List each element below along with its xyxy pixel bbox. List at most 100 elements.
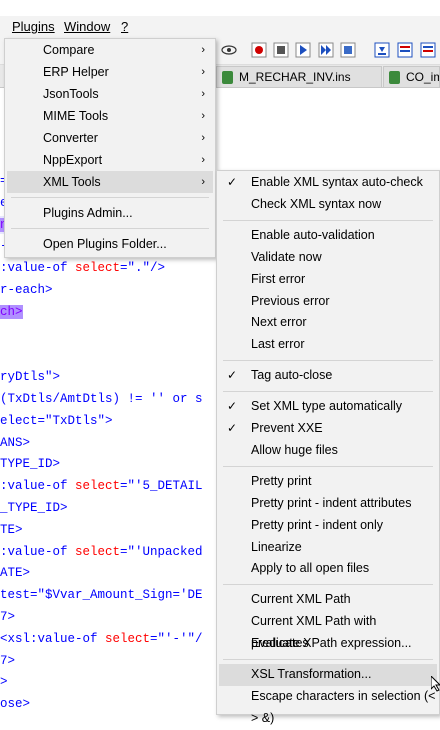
- menu-item-nppexport[interactable]: NppExport ›: [7, 149, 213, 171]
- code-line: 7>: [0, 608, 15, 626]
- play-multiple-icon[interactable]: [318, 42, 334, 58]
- code-line: ryDtls">: [0, 368, 60, 386]
- mouse-cursor-icon: [430, 674, 440, 692]
- menu-item-plugins-admin[interactable]: Plugins Admin...: [7, 202, 213, 224]
- code-token: select: [75, 479, 121, 494]
- menu-separator: [223, 465, 433, 467]
- menu-item-label: Pretty print: [251, 473, 312, 488]
- grid-view-icon[interactable]: [420, 42, 436, 58]
- record-macro-icon[interactable]: [251, 42, 267, 58]
- menu-item-validate-now[interactable]: Validate now: [219, 247, 437, 269]
- chevron-right-icon: ›: [201, 44, 205, 56]
- code-token: select: [75, 261, 121, 276]
- code-token: ryDtls">: [0, 370, 61, 385]
- menu-item-label: Check XML syntax now: [251, 196, 382, 211]
- menu-item-label: Previous error: [251, 293, 330, 308]
- menu-window[interactable]: Window: [64, 19, 110, 34]
- menu-item-label: Allow huge files: [251, 442, 338, 457]
- menu-item-enable-auto-validation[interactable]: Enable auto-validation: [219, 225, 437, 247]
- plugins-menu: Compare › ERP Helper › JsonTools › MIME Tools ›…: [4, 38, 216, 258]
- tab-file[interactable]: M_RECHAR_INV.ins: [216, 66, 382, 87]
- code-token: select: [75, 544, 121, 559]
- menu-item-previous-error[interactable]: Previous error: [219, 291, 437, 313]
- menu-bar: Plugins Window ?: [0, 16, 440, 38]
- eye-icon[interactable]: [221, 42, 237, 58]
- menu-separator: [11, 228, 209, 229]
- menu-item-label: Plugins Admin...: [43, 206, 133, 220]
- menu-item-label: XML Tools: [43, 175, 101, 189]
- chevron-right-icon: ›: [201, 176, 205, 188]
- code-line: (TxDtls/AmtDtls) != '' or s: [0, 390, 203, 408]
- menu-item-compare[interactable]: Compare ›: [7, 39, 213, 61]
- download-icon[interactable]: [374, 42, 390, 58]
- menu-item-label: Prevent XXE: [251, 421, 323, 435]
- code-line: :value-of select="."/>: [0, 259, 165, 277]
- menu-item-label: Last error: [251, 337, 305, 352]
- save-macro-icon[interactable]: [340, 42, 356, 58]
- menu-item-enable-xml-syntax-auto-check[interactable]: ✓ Enable XML syntax auto-check: [219, 172, 437, 194]
- menu-item-linearize[interactable]: Linearize: [219, 537, 437, 559]
- code-line: <xsl:value-of select="'-'"/: [0, 630, 203, 648]
- code-line: TYPE_ID>: [0, 455, 60, 473]
- menu-item-current-xml-path-with-predicates[interactable]: Current XML Path with predicates: [219, 611, 437, 650]
- menu-item-open-plugins-folder[interactable]: Open Plugins Folder...: [7, 233, 213, 255]
- menu-separator: [223, 219, 433, 221]
- menu-item-label: Pretty print - indent only: [251, 517, 384, 532]
- menu-item-erp-helper[interactable]: ERP Helper ›: [7, 61, 213, 83]
- menu-item-first-error[interactable]: First error: [219, 269, 437, 291]
- menu-item-label: JsonTools: [43, 87, 99, 101]
- code-token: :value-of: [0, 261, 76, 276]
- menu-item-prevent-xxe[interactable]: ✓ Prevent XXE: [219, 418, 437, 440]
- menu-item-last-error[interactable]: Last error: [219, 334, 437, 356]
- code-line: ose>: [0, 695, 30, 713]
- menu-help[interactable]: ?: [121, 19, 128, 34]
- code-token: :value-of: [0, 544, 76, 559]
- menu-item-set-xml-type-automatically[interactable]: ✓ Set XML type automatically: [219, 396, 437, 418]
- menu-item-pretty-print[interactable]: Pretty print: [219, 471, 437, 493]
- code-token: ="."/>: [120, 261, 166, 276]
- menu-item-apply-to-all-open-files[interactable]: Apply to all open files: [219, 558, 437, 580]
- file-icon: [222, 71, 233, 84]
- menu-separator: [11, 197, 209, 198]
- menu-item-xsl-transformation[interactable]: XSL Transformation...: [219, 664, 437, 686]
- menu-item-pretty-print-indent-only[interactable]: Pretty print - indent only: [219, 515, 437, 537]
- code-token: select: [105, 631, 151, 646]
- chevron-right-icon: ›: [201, 132, 205, 144]
- menu-item-jsontools[interactable]: JsonTools ›: [7, 83, 213, 105]
- code-token: <xsl:value-of: [0, 631, 106, 646]
- stop-macro-icon[interactable]: [273, 42, 289, 58]
- menu-item-escape-characters-in-selection[interactable]: Escape characters in selection (< > &): [219, 686, 437, 725]
- menu-item-current-xml-path[interactable]: Current XML Path: [219, 589, 437, 611]
- play-macro-icon[interactable]: [295, 42, 311, 58]
- menu-item-next-error[interactable]: Next error: [219, 312, 437, 334]
- code-line: 7>: [0, 652, 15, 670]
- menu-separator: [223, 659, 433, 660]
- menu-item-allow-huge-files[interactable]: Allow huge files: [219, 440, 437, 462]
- menu-item-converter[interactable]: Converter ›: [7, 127, 213, 149]
- menu-item-label: ERP Helper: [43, 65, 109, 79]
- code-token: ose>: [0, 697, 31, 712]
- menu-item-label: Enable XML syntax auto-check: [251, 175, 423, 189]
- list-view-icon[interactable]: [397, 42, 413, 58]
- code-token: ="'-'"/: [150, 631, 203, 646]
- menu-item-label: Validate now: [251, 249, 322, 264]
- chevron-right-icon: ›: [201, 154, 205, 166]
- code-token: ATE>: [0, 566, 31, 581]
- code-line: r-each>: [0, 281, 53, 299]
- code-token: ="'Unpacked: [120, 544, 203, 559]
- menu-item-check-xml-syntax-now[interactable]: Check XML syntax now: [219, 194, 437, 216]
- menu-item-pretty-print-indent-attributes[interactable]: Pretty print - indent attributes: [219, 493, 437, 515]
- menu-item-mime-tools[interactable]: MIME Tools ›: [7, 105, 213, 127]
- chevron-right-icon: ›: [201, 66, 205, 78]
- menu-item-tag-auto-close[interactable]: ✓ Tag auto-close: [219, 365, 437, 387]
- menu-plugins[interactable]: Plugins: [12, 19, 55, 34]
- menu-item-xml-tools[interactable]: XML Tools ›: [7, 171, 213, 193]
- code-line: elect="TxDtls">: [0, 412, 113, 430]
- chevron-right-icon: ›: [201, 88, 205, 100]
- code-token: TYPE_ID>: [0, 457, 61, 472]
- menu-item-evaluate-xpath-expression[interactable]: Evaluate XPath expression...: [219, 633, 437, 655]
- xml-tools-submenu: ✓ Enable XML syntax auto-check Check XML s…: [216, 170, 440, 725]
- menu-item-label: Enable auto-validation: [251, 227, 375, 242]
- menu-item-label: Current XML Path: [251, 592, 351, 607]
- tab-file[interactable]: CO_im: [383, 66, 440, 87]
